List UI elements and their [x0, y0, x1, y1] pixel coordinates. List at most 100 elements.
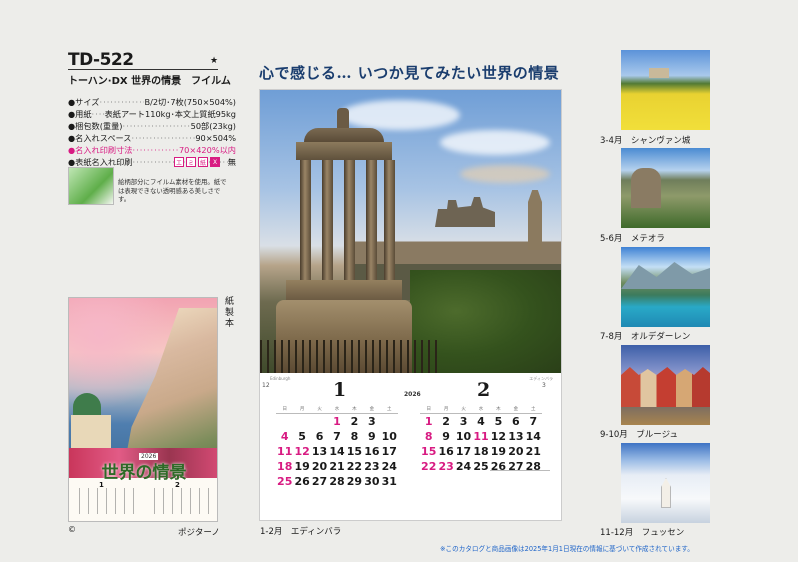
- calendar-day: 12: [490, 430, 507, 443]
- leader-dots: [132, 144, 178, 156]
- weekday-label: 金: [513, 407, 519, 412]
- dugald-stewart-monument: [274, 108, 414, 373]
- calendar-day: 26: [294, 475, 310, 488]
- calendar-day: [293, 415, 310, 429]
- calendar-day: 11: [277, 445, 293, 458]
- thumbnail-bruges: [621, 345, 710, 425]
- feature-badges: エミ紙X: [174, 157, 220, 167]
- weekday-label: 土: [387, 407, 392, 412]
- cover-month-grid: [74, 488, 136, 514]
- calendar-day: 13: [508, 430, 524, 443]
- leader-dots: [92, 108, 105, 120]
- calendar-day: 20: [311, 460, 328, 473]
- calendar-day: 2: [350, 415, 359, 428]
- spec-row: ●サイズ B/2切･7枚(750×504%): [68, 96, 236, 108]
- calendar-day: 3: [459, 415, 468, 428]
- next-month-number: 3: [542, 382, 546, 389]
- calendar-day: 7: [333, 430, 341, 443]
- footnote: ※このカタログと商品画像は2025年1月1日現在の情報に基づいて作成されています…: [440, 545, 694, 553]
- calendar-day: 21: [525, 445, 541, 458]
- thumbnail-meteora: [621, 148, 710, 228]
- weekday-label: 水: [334, 407, 340, 412]
- calendar-day: 21: [329, 460, 345, 473]
- photo-credit-strip: Edinburgh エディンバラ: [270, 376, 553, 382]
- leader-dots: [132, 132, 196, 144]
- weekday-label: 土: [531, 407, 536, 412]
- calendar-day: 25: [473, 460, 489, 473]
- calendar-day: [311, 415, 328, 429]
- weekday-label: 木: [496, 407, 501, 412]
- calendar-day: 15: [346, 445, 363, 458]
- copyright-mark: ©: [68, 525, 76, 534]
- weekday-label: 水: [478, 407, 484, 412]
- spec-label: 用紙: [75, 109, 92, 119]
- calendar-day: 5: [298, 430, 306, 443]
- spec-value: 表紙アート110kg･本文上質紙95kg: [104, 109, 236, 119]
- monument-column: [300, 160, 311, 280]
- spec-label: サイズ: [75, 97, 100, 107]
- bullet-icon: ●: [68, 97, 76, 107]
- calendar-day: 30: [364, 475, 380, 488]
- calendar-day: 19: [294, 460, 310, 473]
- spec-value: B/2切･7枚(750×504%): [144, 97, 236, 107]
- calendar-day: 8: [424, 430, 433, 443]
- edinburgh-photo: [260, 90, 561, 373]
- monument-column: [366, 160, 377, 280]
- weekday-label: 月: [299, 407, 305, 412]
- calendar-day: 15: [421, 445, 437, 458]
- spec-value: 90×504%: [195, 133, 236, 143]
- calendar-day: 31: [381, 475, 397, 488]
- calendar-day: 12: [294, 445, 310, 458]
- calendar-day: 23: [364, 460, 380, 473]
- calendar-day: 24: [381, 460, 397, 473]
- month-number: 1: [333, 379, 347, 401]
- castle: [649, 68, 669, 78]
- thumbnail-fussen: [621, 443, 710, 523]
- binding-type: 紙製本: [223, 296, 233, 329]
- calendar-day: 14: [525, 430, 541, 443]
- calendar-day: 29: [346, 475, 363, 488]
- month-january: 12 1 2026 日月火水木金土 1 2 3 4 5 6 7 8 9 10 11 12 13 14 15 1…: [262, 379, 421, 489]
- leader-dots: [122, 120, 190, 132]
- weekday-header: 日月火水木金土: [276, 406, 398, 414]
- film-sample-image: [68, 167, 114, 205]
- day-grid: 1 2 3 4 5 6 7 8 9 10 11 12 13 14 15 16 17 18 19 20 21 22 23 24 2…: [276, 415, 398, 489]
- calendar-day: 18: [473, 445, 489, 458]
- thumbnail-caption: 5-6月 メテオラ: [600, 234, 665, 244]
- thumbnail-caption: 7-8月 オルデダーレン: [600, 332, 691, 342]
- feature-badge: X: [210, 157, 220, 167]
- weekday-label: 日: [426, 407, 431, 412]
- calendar-day: 13: [311, 445, 328, 458]
- calendar-day: 7: [529, 415, 538, 428]
- calendar-day: 6: [512, 415, 520, 428]
- calendar-day: 10: [455, 430, 472, 443]
- month-number: 2: [477, 379, 491, 401]
- spec-label: 名入れ印刷寸法: [75, 145, 133, 155]
- spec-value: 無: [227, 157, 236, 167]
- weekday-label: 月: [443, 407, 449, 412]
- spec-label: 名入れスペース: [75, 133, 132, 143]
- calendar-day: 4: [477, 415, 485, 428]
- calendar-day: 1: [424, 415, 433, 428]
- snowy-church: [661, 478, 671, 508]
- weekday-label: 金: [369, 407, 375, 412]
- calendar-day: 2: [442, 415, 450, 428]
- weekday-label: 火: [317, 407, 322, 412]
- cloud: [460, 165, 550, 183]
- headline: 心で感じる… いつか見てみたい世界の情景: [259, 64, 560, 82]
- thumbnail-caption: 11-12月 フュッセン: [600, 528, 685, 538]
- bullet-icon: ●: [68, 133, 76, 143]
- calendar-day: 9: [368, 430, 376, 443]
- calendar-day: 17: [455, 445, 472, 458]
- calendar-day: 25: [277, 475, 293, 488]
- calendar-day: 19: [490, 445, 507, 458]
- calendar-day: 1: [333, 415, 341, 428]
- title-divider: [68, 69, 218, 70]
- calendar-grid-area: Edinburgh エディンバラ 12 1 2026 日月火水木金土 12345…: [260, 373, 561, 520]
- calendar-footer-rule: [490, 470, 550, 478]
- calendar-day: 28: [329, 475, 345, 488]
- spec-row: ●名入れスペース 90×504%: [68, 132, 236, 144]
- edinburgh-castle: [435, 197, 495, 227]
- cover-caption: ポジターノ: [178, 528, 220, 538]
- calendar-year: 2026: [404, 391, 421, 398]
